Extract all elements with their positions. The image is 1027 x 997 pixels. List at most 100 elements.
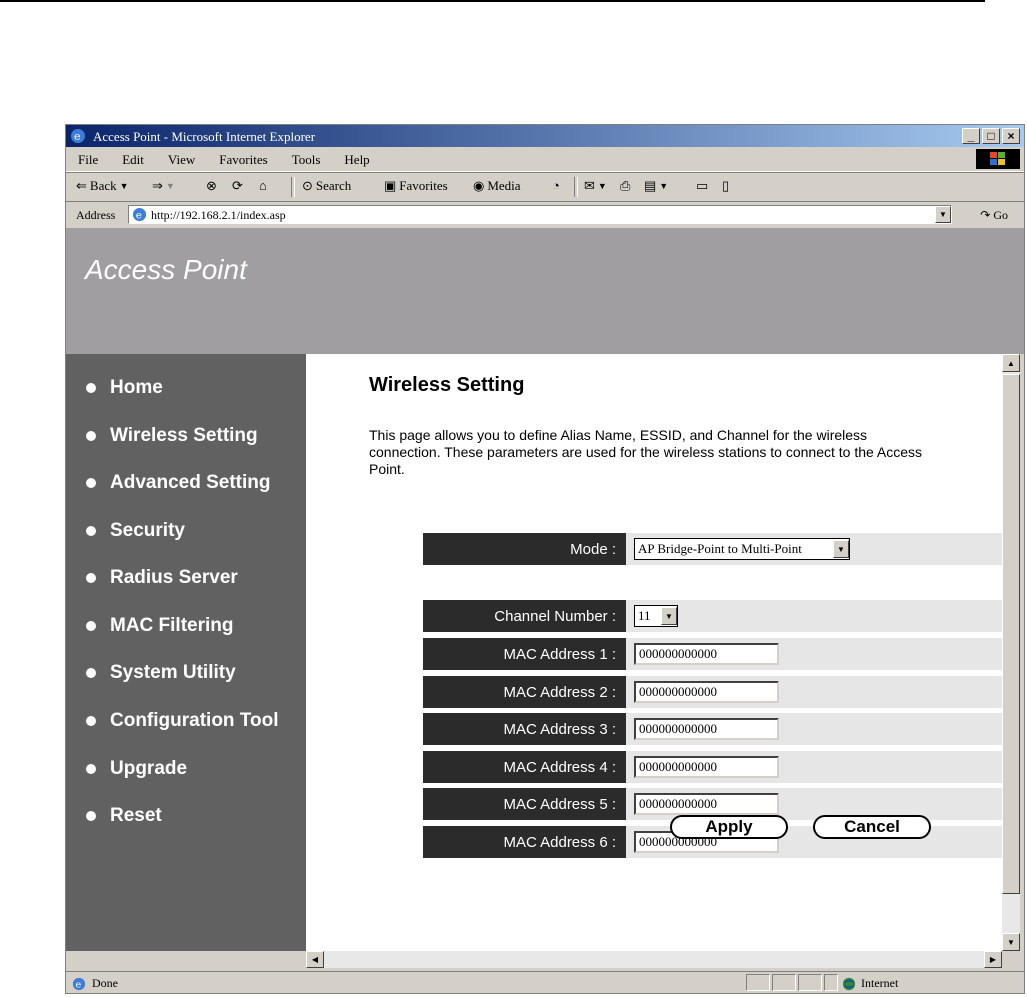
history-icon: ◔ [552,178,560,193]
address-dropdown-icon[interactable]: ▼ [935,206,951,223]
stop-button[interactable]: ⊗ [206,178,217,194]
mac-address-3-input[interactable] [634,718,779,740]
channel-select[interactable]: 11 ▼ [634,605,678,627]
scroll-right-icon[interactable]: ▶ [984,951,1002,968]
menu-help[interactable]: Help [344,152,369,168]
print-icon: ⎙ [620,178,631,193]
sidebar-item-mac-filtering[interactable]: MAC Filtering [86,613,234,639]
menu-view[interactable]: View [168,152,195,168]
refresh-button[interactable]: ⟳ [232,178,243,194]
menu-favorites[interactable]: Favorites [219,152,267,168]
mac-address-5-input[interactable] [634,793,779,815]
status-pane [746,974,770,991]
sidebar-item-security[interactable]: Security [86,518,185,544]
sidebar-item-label: System Utility [110,662,236,683]
page-title: Wireless Setting [369,374,525,396]
print-button[interactable]: ⎙ [620,178,630,194]
mode-select[interactable]: AP Bridge-Point to Multi-Point ▼ [634,538,850,560]
window-title: Access Point - Microsoft Internet Explor… [93,129,316,144]
sidebar-nav: Home Wireless Setting Advanced Setting S… [66,354,306,951]
home-button[interactable]: ⌂ [259,178,267,194]
sidebar-item-advanced-setting[interactable]: Advanced Setting [86,470,270,496]
sidebar-item-reset[interactable]: Reset [86,803,162,829]
address-input[interactable]: e http://192.168.2.1/index.asp ▼ [128,205,952,224]
title-bar: e Access Point - Microsoft Internet Expl… [66,125,1024,147]
favorites-icon: ▣ [384,178,397,193]
status-pane [772,974,796,991]
channel-row: Channel Number : 11 ▼ [423,600,1002,632]
media-button[interactable]: ◉ Media [473,178,521,194]
zone-text: Internet [861,976,899,990]
discuss-icon: ▭ [696,178,709,193]
edit-button[interactable]: ▤ ▼ [644,178,668,194]
horizontal-scrollbar[interactable]: ◀ ▶ [306,951,1002,968]
mail-icon: ✉ [584,178,595,193]
menu-edit[interactable]: Edit [122,152,144,168]
mac-address-label: MAC Address 3 : [423,713,626,745]
sidebar-item-wireless-setting[interactable]: Wireless Setting [86,423,258,449]
back-button[interactable]: ⇐ Back ▼ [76,178,129,194]
sidebar-item-system-utility[interactable]: System Utility [86,660,236,686]
mac-address-label: MAC Address 6 : [423,826,626,858]
mac-address-4-input[interactable] [634,756,779,778]
toolbar-separator [291,177,295,197]
cancel-button[interactable]: Cancel [813,815,931,839]
favorites-label: Favorites [399,178,448,193]
vertical-scrollbar[interactable]: ▲ ▼ [1002,354,1020,951]
maximize-button[interactable]: □ [982,128,1000,144]
sidebar-item-upgrade[interactable]: Upgrade [86,756,187,782]
mac-address-row: MAC Address 1 : [423,638,1002,670]
go-button[interactable]: ↷ Go [980,208,1008,223]
mac-address-2-input[interactable] [634,681,779,703]
history-button[interactable]: ◔ [552,178,560,194]
menu-tools[interactable]: Tools [292,152,321,168]
mac-address-label: MAC Address 5 : [423,788,626,820]
sidebar-item-configuration-tool[interactable]: Configuration Tool [86,708,279,734]
minimize-button[interactable]: _ [962,128,980,144]
forward-button[interactable]: ⇒ ▼ [152,178,175,194]
sidebar-item-radius-server[interactable]: Radius Server [86,565,238,591]
mail-button[interactable]: ✉ ▼ [584,178,607,194]
home-icon: ⌂ [259,178,267,193]
sidebar-item-label: Configuration Tool [110,710,279,731]
bullet-icon [86,383,96,393]
main-content: Wireless Setting This page allows you to… [306,354,1002,951]
media-icon: ◉ [473,178,485,193]
scroll-left-icon[interactable]: ◀ [306,951,324,968]
mac-address-row: MAC Address 4 : [423,751,1002,783]
svg-text:e: e [76,979,82,990]
sidebar-item-label: MAC Filtering [110,615,234,636]
chevron-down-icon: ▼ [597,181,607,191]
media-label: Media [487,178,521,193]
windows-logo-icon [976,149,1020,169]
svg-text:e: e [136,209,142,221]
bullet-icon [86,668,96,678]
chevron-down-icon: ▼ [661,607,677,625]
sidebar-item-home[interactable]: Home [86,375,163,401]
mac-address-1-input[interactable] [634,643,779,665]
bullet-icon [86,811,96,821]
scroll-thumb[interactable] [1002,374,1020,894]
menu-file[interactable]: File [78,152,98,168]
stop-icon: ⊗ [206,178,217,193]
sidebar-item-label: Radius Server [110,567,238,588]
menu-bar: File Edit View Favorites Tools Help [66,147,1024,172]
chevron-down-icon: ▼ [659,181,669,191]
go-label: Go [993,208,1008,222]
browser-window: e Access Point - Microsoft Internet Expl… [65,124,1025,994]
discuss-button[interactable]: ▭ [696,178,708,194]
refresh-icon: ⟳ [232,178,243,193]
close-button[interactable]: × [1002,128,1020,144]
mode-row: Mode : AP Bridge-Point to Multi-Point ▼ [423,533,1002,565]
mac-address-label: MAC Address 2 : [423,676,626,708]
scroll-down-icon[interactable]: ▼ [1002,933,1020,951]
apply-button[interactable]: Apply [670,815,788,839]
scroll-up-icon[interactable]: ▲ [1002,354,1020,372]
channel-label: Channel Number : [423,600,626,632]
messenger-button[interactable]: ▯ [722,178,729,194]
search-button[interactable]: ⊙ Search [302,178,351,194]
bullet-icon [86,431,96,441]
go-arrow-icon: ↷ [980,208,991,222]
page-done-icon: e [72,977,86,990]
favorites-button[interactable]: ▣ Favorites [384,178,448,194]
